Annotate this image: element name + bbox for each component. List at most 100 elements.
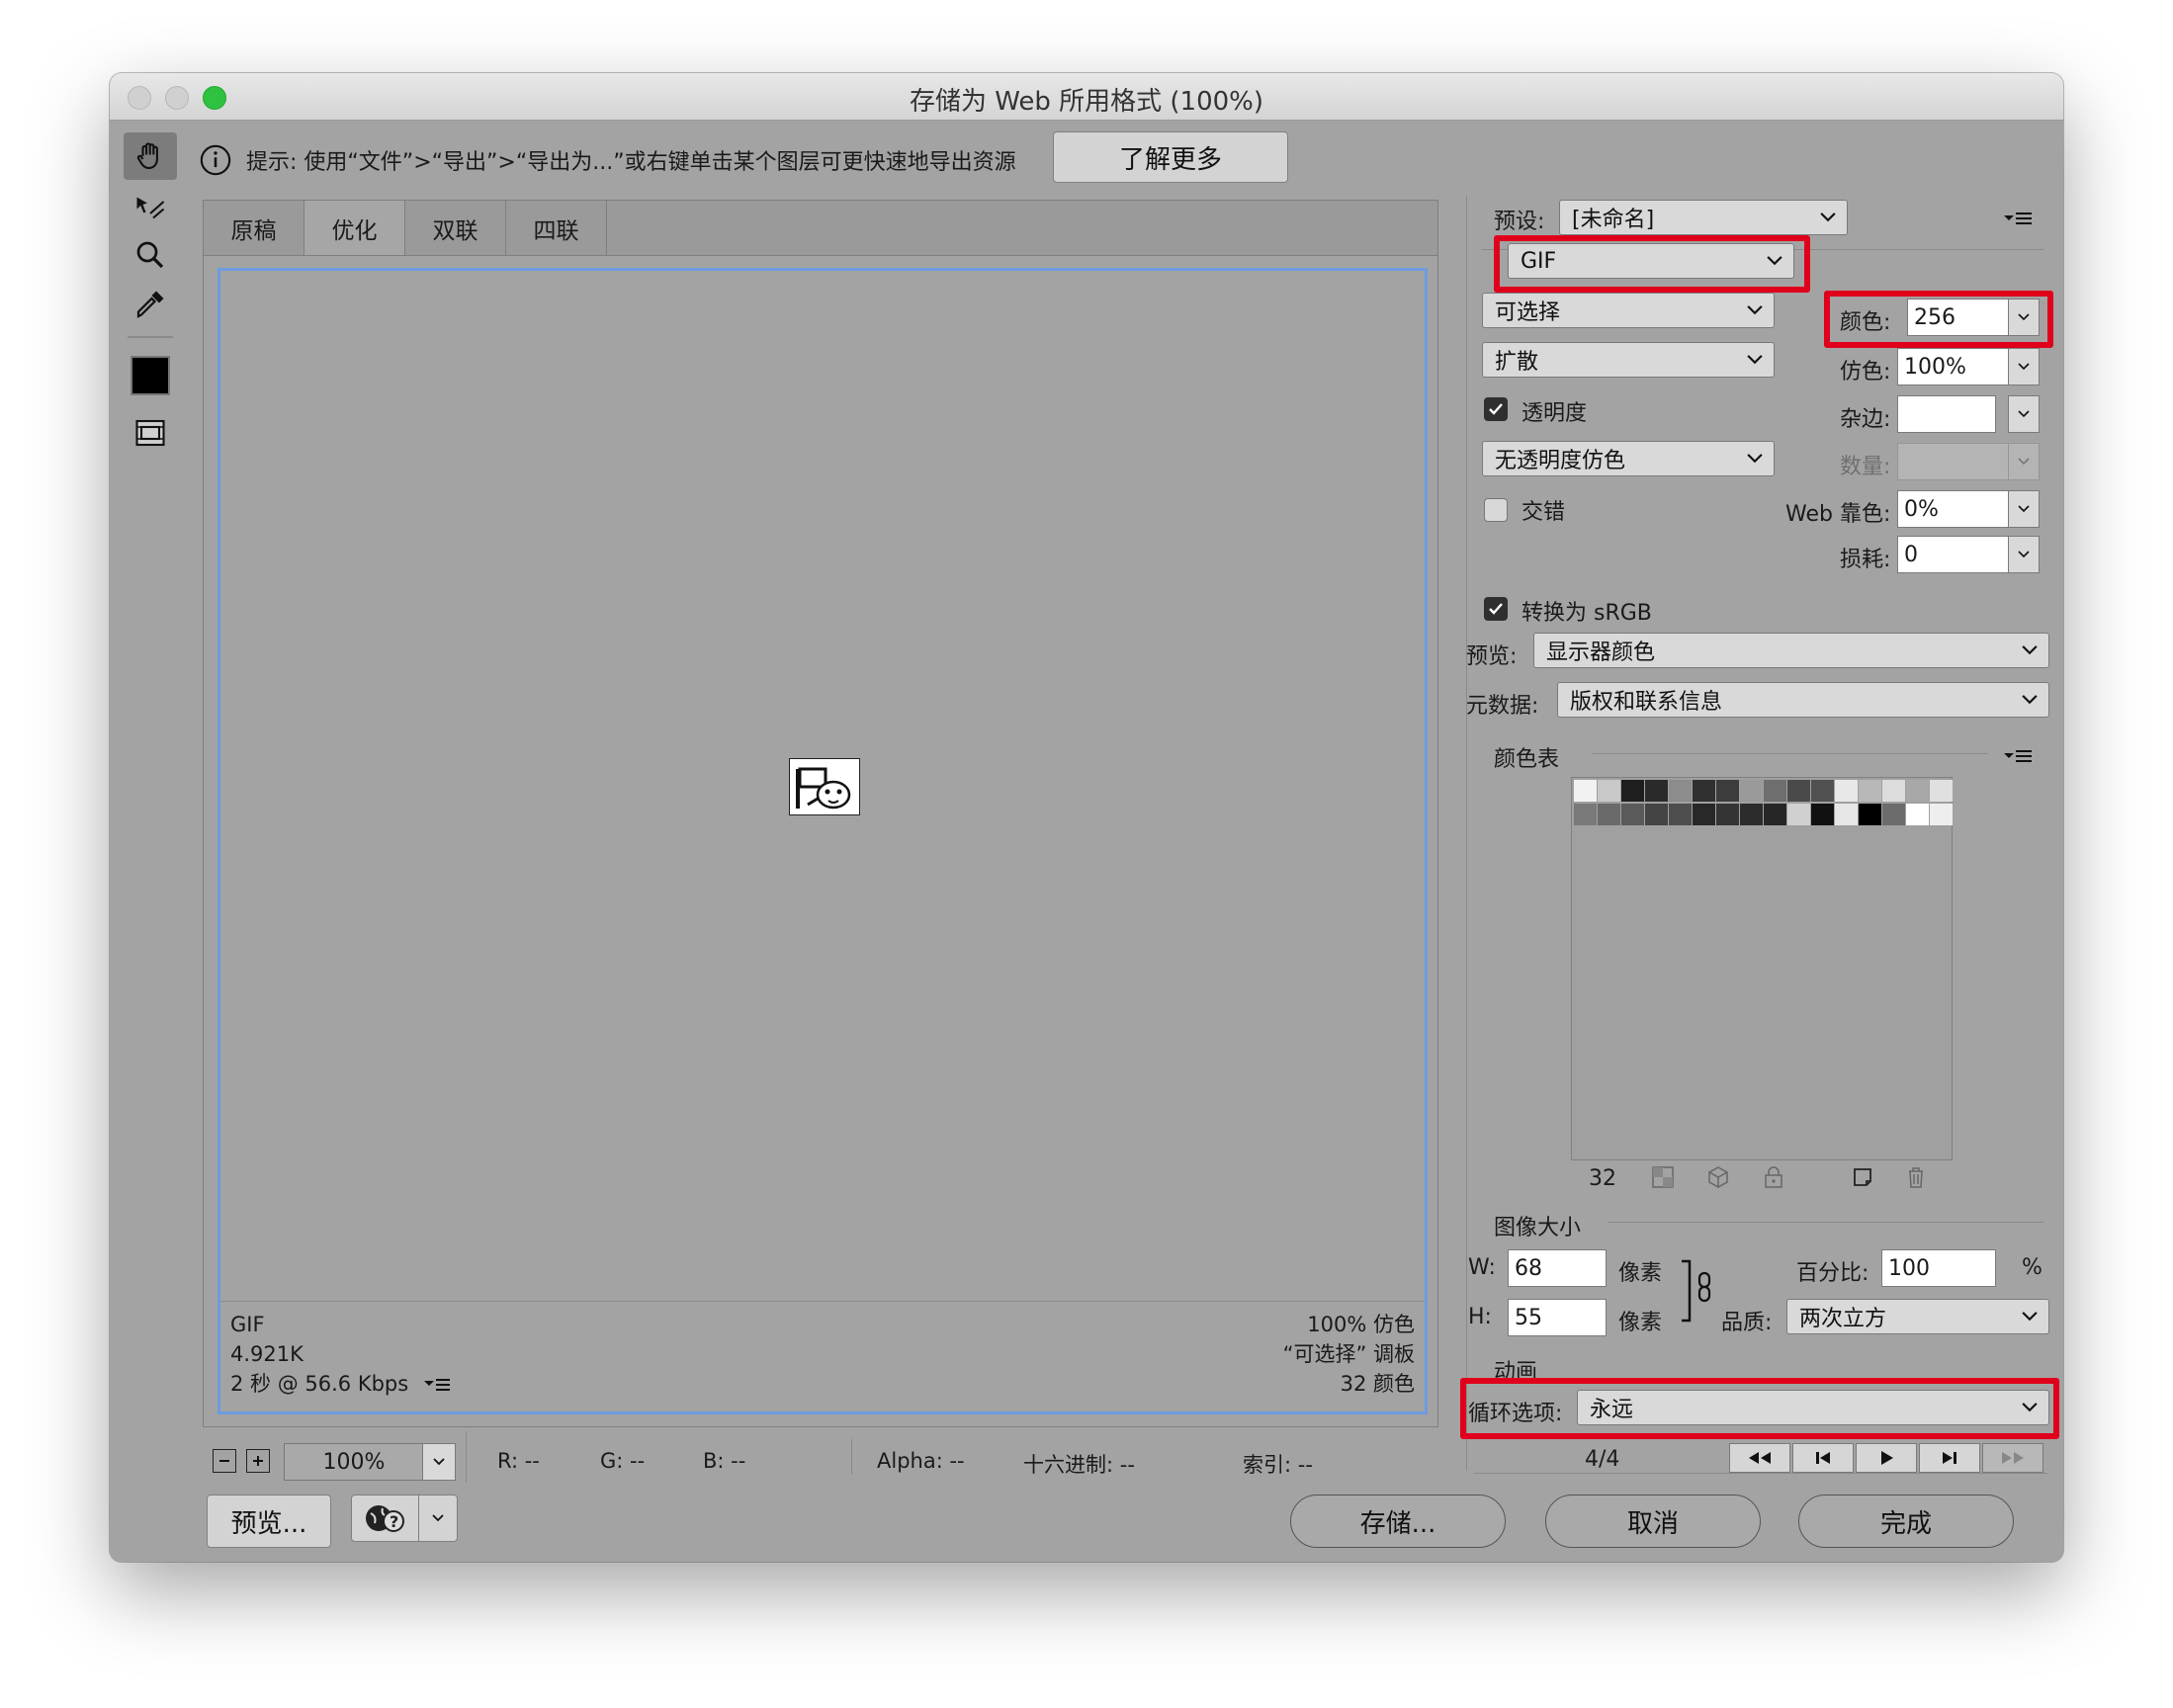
- next-frame-icon: [1943, 1452, 1956, 1464]
- color-swatch[interactable]: [1811, 780, 1834, 802]
- matte-color-field[interactable]: [1897, 395, 1996, 433]
- color-swatch[interactable]: [1930, 804, 1953, 825]
- preview-in-browser-button[interactable]: 预览...: [207, 1494, 331, 1548]
- zoom-out-button[interactable]: [213, 1449, 236, 1473]
- color-swatch[interactable]: [1835, 804, 1858, 825]
- web-safe-cube-icon[interactable]: [1705, 1164, 1731, 1190]
- convert-srgb-checkbox[interactable]: [1484, 597, 1508, 621]
- preview-image[interactable]: [789, 758, 860, 815]
- speed-menu-icon[interactable]: [422, 1373, 452, 1395]
- color-swatch[interactable]: [1882, 780, 1905, 802]
- color-swatch[interactable]: [1764, 804, 1786, 825]
- color-swatch[interactable]: [1621, 804, 1644, 825]
- optimized-preview[interactable]: GIF 4.921K 2 秒 @ 56.6 Kbps 100% 仿色 “可选择”…: [217, 268, 1428, 1414]
- loop-options-select[interactable]: 永远: [1577, 1390, 2049, 1425]
- height-unit: 像素: [1618, 1311, 1663, 1335]
- quality-select[interactable]: 两次立方: [1786, 1299, 2049, 1334]
- hand-tool[interactable]: [124, 132, 177, 180]
- browser-icon-button[interactable]: ?: [351, 1494, 420, 1542]
- color-swatch[interactable]: [1598, 804, 1620, 825]
- browser-dropdown-button[interactable]: [418, 1494, 458, 1542]
- color-swatch[interactable]: [1882, 804, 1905, 825]
- color-swatch[interactable]: [1574, 804, 1597, 825]
- color-swatch[interactable]: [1835, 780, 1858, 802]
- percent-field[interactable]: 100: [1881, 1249, 1996, 1287]
- save-button[interactable]: 存储...: [1290, 1494, 1506, 1548]
- color-swatch[interactable]: [1645, 804, 1668, 825]
- first-frame-button[interactable]: [1729, 1443, 1790, 1473]
- constrain-proportions-link-icon[interactable]: [1678, 1257, 1721, 1336]
- zoom-dropdown-button[interactable]: [422, 1443, 456, 1481]
- transparency-dither-select[interactable]: 无透明度仿色: [1482, 441, 1775, 476]
- color-swatch[interactable]: [1740, 804, 1763, 825]
- color-swatch[interactable]: [1716, 780, 1739, 802]
- web-snap-field[interactable]: 0%: [1897, 490, 2010, 528]
- chevron-down-icon: [2022, 1403, 2038, 1412]
- title-bar: 存储为 Web 所用格式 (100%): [110, 73, 2063, 121]
- preview-select[interactable]: 显示器颜色: [1533, 633, 2049, 668]
- lossy-dropdown-button[interactable]: [2008, 536, 2040, 573]
- color-table-menu-icon[interactable]: [2002, 745, 2036, 767]
- map-transparent-icon[interactable]: [1650, 1164, 1676, 1190]
- color-swatch[interactable]: [1906, 804, 1929, 825]
- dither-field[interactable]: 100%: [1897, 348, 2010, 385]
- tab-original[interactable]: 原稿: [204, 201, 304, 256]
- tab-2-up[interactable]: 双联: [405, 201, 506, 256]
- height-field[interactable]: 55: [1508, 1299, 1607, 1336]
- dither-dropdown-button[interactable]: [2008, 348, 2040, 385]
- zoom-level-field[interactable]: 100%: [284, 1443, 424, 1481]
- colors-field[interactable]: 256: [1907, 299, 2010, 336]
- color-swatch[interactable]: [1693, 804, 1715, 825]
- color-swatch[interactable]: [1645, 780, 1668, 802]
- done-button[interactable]: 完成: [1798, 1494, 2014, 1548]
- toggle-slices-visibility-button[interactable]: [124, 409, 177, 457]
- transparency-checkbox[interactable]: [1484, 397, 1508, 421]
- color-swatch[interactable]: [1574, 780, 1597, 802]
- metadata-select[interactable]: 版权和联系信息: [1557, 682, 2049, 718]
- color-swatch[interactable]: [1859, 804, 1881, 825]
- interlaced-checkbox[interactable]: [1484, 498, 1508, 522]
- preset-select[interactable]: [未命名]: [1559, 200, 1848, 235]
- color-reduction-select[interactable]: 可选择: [1482, 293, 1775, 328]
- dither-algorithm-select[interactable]: 扩散: [1482, 342, 1775, 378]
- format-select[interactable]: GIF: [1508, 243, 1794, 279]
- learn-more-button[interactable]: 了解更多: [1053, 131, 1288, 183]
- color-swatch[interactable]: [1811, 804, 1834, 825]
- color-swatch[interactable]: [1669, 780, 1692, 802]
- eyedropper-tool[interactable]: [124, 281, 177, 328]
- trash-icon[interactable]: [1903, 1164, 1929, 1190]
- color-swatch[interactable]: [1859, 780, 1881, 802]
- lossy-field[interactable]: 0: [1897, 536, 2010, 573]
- color-swatch[interactable]: [1764, 780, 1786, 802]
- eyedropper-color-swatch[interactable]: [124, 352, 177, 399]
- tab-4-up[interactable]: 四联: [506, 201, 607, 256]
- color-swatch[interactable]: [1930, 780, 1953, 802]
- next-frame-button[interactable]: [1919, 1443, 1980, 1473]
- status-divider: [851, 1439, 852, 1475]
- color-swatch[interactable]: [1787, 780, 1810, 802]
- cancel-button[interactable]: 取消: [1545, 1494, 1761, 1548]
- tab-optimized[interactable]: 优化: [304, 201, 405, 256]
- color-swatch[interactable]: [1621, 780, 1644, 802]
- color-swatch[interactable]: [1693, 780, 1715, 802]
- width-field[interactable]: 68: [1508, 1249, 1607, 1287]
- web-snap-dropdown-button[interactable]: [2008, 490, 2040, 528]
- zoom-tool[interactable]: [124, 231, 177, 279]
- color-swatch[interactable]: [1716, 804, 1739, 825]
- new-color-icon[interactable]: [1850, 1164, 1875, 1190]
- chevron-down-icon: [2022, 695, 2038, 705]
- play-button[interactable]: [1856, 1443, 1917, 1473]
- slice-select-tool[interactable]: [124, 184, 177, 231]
- colors-dropdown-button[interactable]: [2008, 299, 2040, 336]
- zoom-in-button[interactable]: [246, 1449, 270, 1473]
- lock-icon[interactable]: [1761, 1164, 1786, 1190]
- color-swatch[interactable]: [1906, 780, 1929, 802]
- settings-menu-icon[interactable]: [2002, 208, 2036, 229]
- color-swatch[interactable]: [1787, 804, 1810, 825]
- previous-frame-button[interactable]: [1792, 1443, 1854, 1473]
- color-swatch[interactable]: [1669, 804, 1692, 825]
- color-swatch[interactable]: [1740, 780, 1763, 802]
- color-table[interactable]: [1571, 777, 1953, 1160]
- color-swatch[interactable]: [1598, 780, 1620, 802]
- matte-dropdown-button[interactable]: [2008, 395, 2040, 433]
